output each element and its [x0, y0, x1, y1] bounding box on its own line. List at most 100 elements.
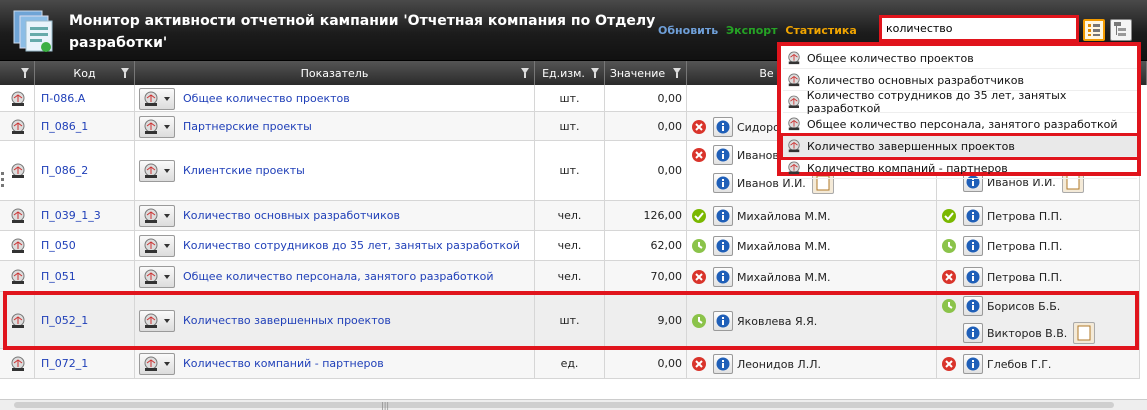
indicator-name-link[interactable]: Количество основных разработчиков — [179, 209, 400, 222]
indicator-type-icon — [11, 238, 25, 253]
info-button[interactable] — [713, 267, 733, 287]
info-button[interactable] — [713, 206, 733, 226]
tree-view-icon — [1114, 22, 1126, 36]
indicator-name-link[interactable]: Количество завершенных проектов — [179, 314, 391, 327]
indicator-code-link[interactable]: П_051 — [35, 261, 135, 291]
responsible-a-cell: Леонидов Л.Л. — [687, 349, 937, 378]
person-name: Петрова П.П. — [987, 209, 1063, 223]
search-input[interactable] — [882, 18, 1076, 39]
refresh-link[interactable]: Обновить — [658, 24, 718, 37]
app-logo-icon — [13, 10, 53, 52]
chevron-down-icon — [164, 125, 170, 129]
info-button[interactable] — [963, 323, 983, 343]
row-actions-button[interactable] — [139, 310, 175, 332]
unit-cell: ед. — [535, 349, 605, 378]
info-button[interactable] — [713, 354, 733, 374]
filter-icon[interactable] — [21, 68, 29, 78]
info-button[interactable] — [963, 296, 983, 316]
info-button[interactable] — [713, 145, 733, 165]
status-rejected-icon — [942, 357, 956, 371]
statistics-link[interactable]: Статистика — [785, 24, 856, 37]
unit-cell: чел. — [535, 261, 605, 291]
status-approved-icon — [942, 209, 956, 223]
horizontal-scrollbar[interactable]: ||| — [0, 399, 1147, 410]
tree-view-button[interactable] — [1110, 19, 1132, 41]
info-icon — [966, 209, 980, 223]
info-button[interactable] — [713, 236, 733, 256]
filter-icon[interactable] — [521, 68, 529, 78]
suggestion-item[interactable]: Количество основных разработчиков — [783, 70, 1137, 91]
scrollbar-grip-icon: ||| — [381, 401, 390, 410]
suggestion-item[interactable]: Количество завершенных проектов — [780, 133, 1140, 160]
info-icon — [966, 239, 980, 253]
scrollbar-thumb[interactable] — [14, 402, 1114, 408]
header-links: Обновить Экспорт Статистика — [658, 24, 861, 37]
status-approved-icon — [692, 209, 706, 223]
chevron-down-icon — [164, 319, 170, 323]
suggestion-item[interactable]: Общее количество проектов — [783, 48, 1137, 69]
indicator-name-link[interactable]: Количество сотрудников до 35 лет, заняты… — [179, 239, 520, 252]
table-row[interactable]: П_039_1_3 Количество основных разработчик… — [0, 201, 1140, 231]
table-row[interactable]: П_050 Количество сотрудников до 35 лет, з… — [0, 231, 1140, 261]
row-actions-button[interactable] — [139, 116, 175, 138]
list-view-button[interactable] — [1083, 19, 1105, 41]
info-button[interactable] — [713, 173, 733, 193]
column-header-value[interactable]: Значение — [605, 61, 687, 85]
person-name: Глебов Г.Г. — [987, 357, 1052, 371]
column-header-code[interactable]: Код — [35, 61, 135, 85]
export-link[interactable]: Экспорт — [726, 24, 777, 37]
suggestion-label: Количество основных разработчиков — [807, 73, 1024, 87]
value-cell: 0,00 — [605, 141, 687, 200]
table-row[interactable]: П_072_1 Количество компаний - партнеров ед… — [0, 349, 1140, 379]
info-button[interactable] — [963, 354, 983, 374]
indicator-type-icon — [11, 269, 25, 284]
type-cell — [0, 85, 35, 111]
row-actions-button[interactable] — [139, 353, 175, 375]
row-actions-button[interactable] — [139, 235, 175, 257]
info-button[interactable] — [713, 117, 733, 137]
suggestion-item[interactable]: Общее количество персонала, занятого раз… — [783, 114, 1137, 135]
info-button[interactable] — [713, 311, 733, 331]
indicator-code-link[interactable]: П_072_1 — [35, 349, 135, 378]
indicator-code-link[interactable]: П_086_2 — [35, 141, 135, 200]
info-button[interactable] — [963, 267, 983, 287]
unit-cell: шт. — [535, 112, 605, 140]
row-actions-button[interactable] — [139, 88, 175, 110]
suggestion-item[interactable]: Количество компаний - партнеров — [783, 158, 1137, 179]
indicator-name-link[interactable]: Клиентские проекты — [179, 164, 305, 177]
indicator-code-link[interactable]: П_039_1_3 — [35, 201, 135, 230]
row-actions-button[interactable] — [139, 266, 175, 288]
suggestion-item[interactable]: Количество сотрудников до 35 лет, заняты… — [783, 89, 1137, 115]
responsible-person: Михайлова М.М. — [691, 205, 831, 227]
indicator-name-link[interactable]: Общее количество проектов — [179, 92, 350, 105]
indicator-name-link[interactable]: Партнерские проекты — [179, 120, 312, 133]
actions-icon — [144, 91, 158, 106]
responsible-person: Петрова П.П. — [941, 235, 1062, 257]
indicator-code-link[interactable]: П-086.А — [35, 85, 135, 111]
row-actions-button[interactable] — [139, 205, 175, 227]
indicator-name-link[interactable]: Количество компаний - партнеров — [179, 357, 384, 370]
info-icon — [716, 209, 730, 223]
column-header-unit[interactable]: Ед.изм. — [535, 61, 605, 85]
indicator-code-link[interactable]: П_050 — [35, 231, 135, 260]
indicator-code-link[interactable]: П_086_1 — [35, 112, 135, 140]
info-button[interactable] — [963, 206, 983, 226]
row-actions-button[interactable] — [139, 160, 175, 182]
document-button[interactable] — [1073, 322, 1096, 344]
indicator-name-link[interactable]: Общее количество персонала, занятого раз… — [179, 270, 494, 283]
indicator-type-icon — [11, 208, 25, 223]
filter-icon[interactable] — [121, 68, 129, 78]
suggestion-label: Общее количество персонала, занятого раз… — [807, 117, 1118, 131]
responsible-a-cell: Яковлева Я.Я. — [687, 292, 937, 348]
unit-cell: чел. — [535, 231, 605, 260]
table-row[interactable]: П_052_1 Количество завершенных проектов шт… — [0, 292, 1140, 349]
filter-icon[interactable] — [673, 68, 681, 78]
info-button[interactable] — [963, 236, 983, 256]
responsible-person: Викторов В.В. — [941, 322, 1096, 344]
table-row[interactable]: П_051 Общее количество персонала, занятог… — [0, 261, 1140, 292]
column-header-indicator[interactable]: Показатель — [135, 61, 535, 85]
indicator-code-link[interactable]: П_052_1 — [35, 292, 135, 348]
left-splitter-handle[interactable] — [0, 170, 6, 190]
filter-icon[interactable] — [591, 68, 599, 78]
header-filter-cell[interactable] — [0, 61, 35, 85]
